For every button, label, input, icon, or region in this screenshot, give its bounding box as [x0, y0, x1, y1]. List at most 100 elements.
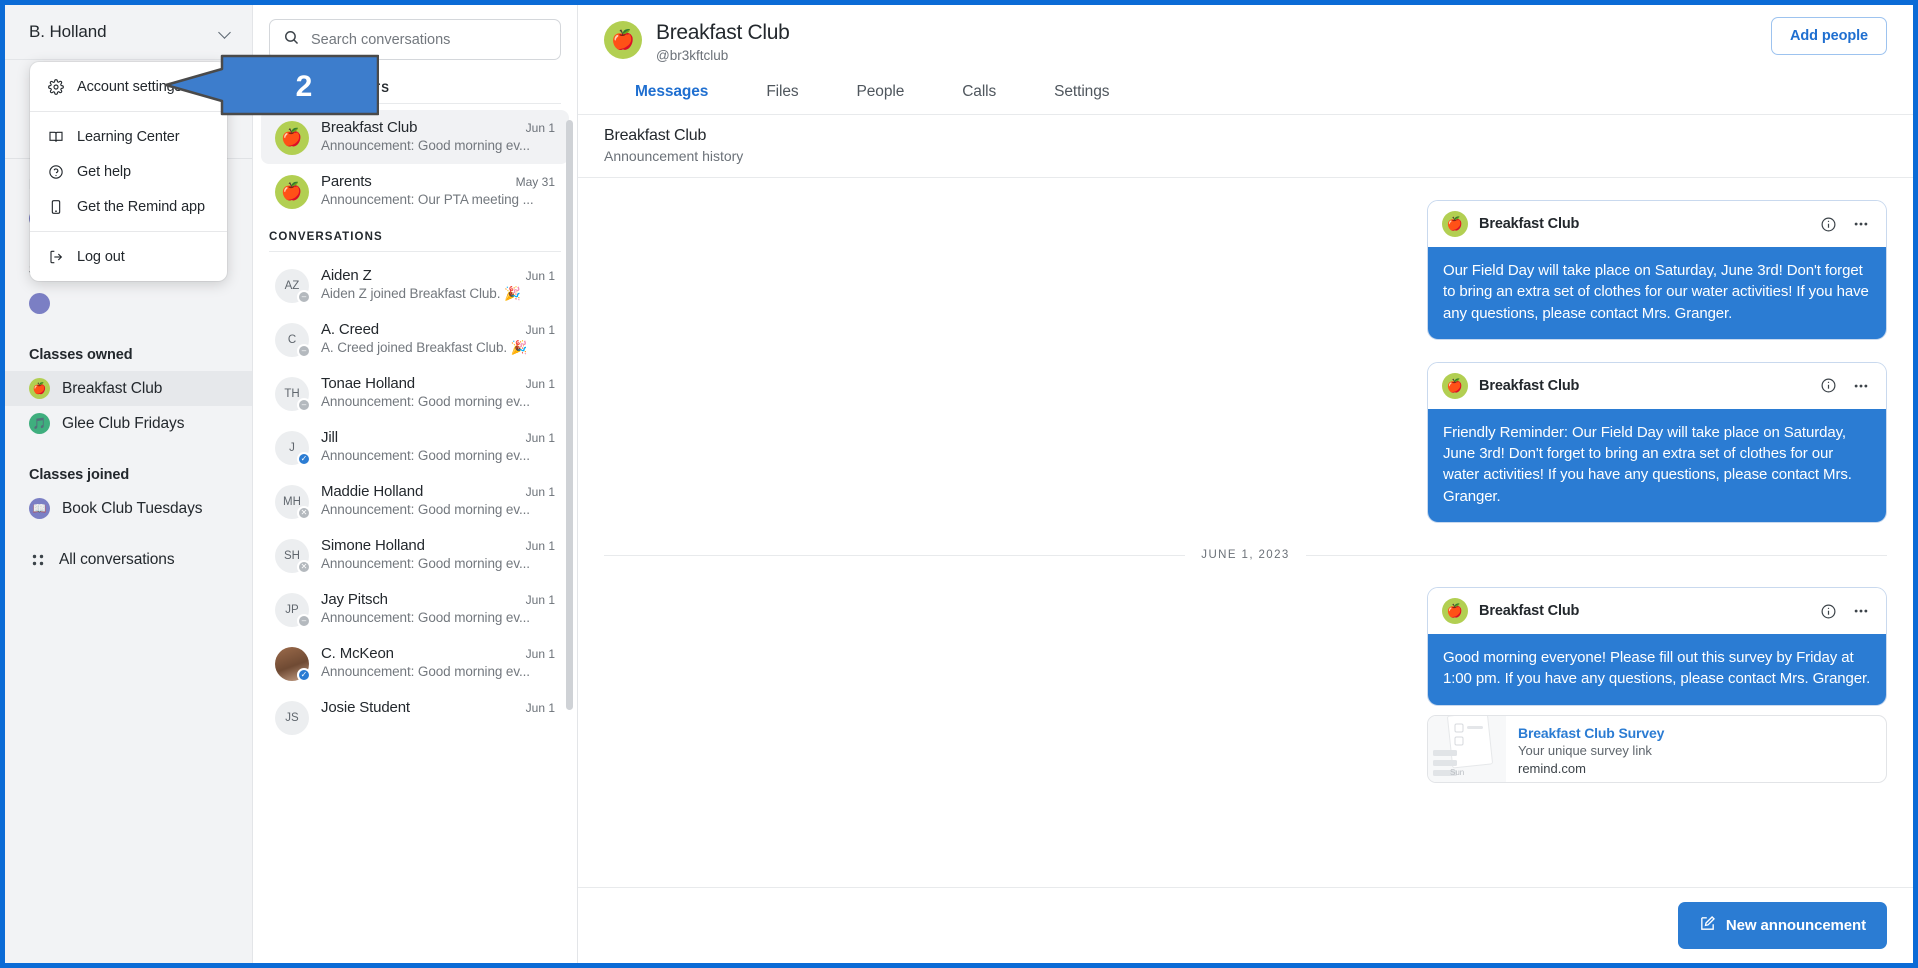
tab-messages[interactable]: Messages — [606, 75, 737, 109]
conversation-item-tonae-holland[interactable]: TH – Tonae Holland Jun 1 Announcement: G… — [261, 366, 569, 420]
thread-subheader: Breakfast Club Announcement history — [578, 115, 1913, 178]
user-switcher[interactable]: B. Holland — [5, 5, 252, 60]
sidebar: B. Holland ☐ ○ D S — [5, 5, 253, 963]
info-circle-icon[interactable] — [1817, 375, 1839, 397]
link-title[interactable]: Breakfast Club Survey — [1518, 725, 1664, 741]
menu-item-label: Get the Remind app — [77, 199, 205, 215]
conversation-name: Maddie Holland — [321, 483, 423, 500]
search-box[interactable] — [269, 19, 561, 60]
separator-line — [604, 555, 1185, 556]
conversation-item-jill[interactable]: J ✓ Jill Jun 1 Announcement: Good mornin… — [261, 420, 569, 474]
menu-item-learning-center[interactable]: Learning Center — [30, 119, 227, 154]
tab-people[interactable]: People — [828, 75, 934, 109]
main-header: 🍎 Breakfast Club @br3kftclub Messages Fi… — [578, 5, 1913, 115]
avatar: MH ✕ — [275, 485, 309, 519]
day-separator: JUNE 1, 2023 — [604, 549, 1887, 561]
conversation-item-parents[interactable]: 🍎 Parents May 31 Announcement: Our PTA m… — [261, 164, 569, 218]
thread-title: Breakfast Club — [604, 127, 1887, 145]
more-horizontal-icon[interactable] — [1850, 213, 1872, 235]
menu-item-label: Log out — [77, 249, 125, 265]
message: 🍎 Breakfast Club — [1427, 362, 1887, 523]
link-description: Your unique survey link — [1518, 743, 1664, 758]
conversation-item-breakfast-club[interactable]: 🍎 Breakfast Club Jun 1 Announcement: Goo… — [261, 110, 569, 164]
conversation-name: A. Creed — [321, 321, 379, 338]
sidebar-item-glee-club-fridays[interactable]: 🎵 Glee Club Fridays — [5, 406, 252, 441]
music-avatar-icon: 🎵 — [29, 413, 50, 434]
status-badge-failed: ✕ — [297, 560, 311, 574]
apple-avatar-icon: 🍎 — [604, 21, 642, 59]
conversation-item-jay-pitsch[interactable]: JP – Jay Pitsch Jun 1 Announcement: Good… — [261, 582, 569, 636]
conversation-item-c-mckeon[interactable]: ✓ C. McKeon Jun 1 Announcement: Good mor… — [261, 636, 569, 690]
avatar: JS — [275, 701, 309, 735]
conversation-name: Tonae Holland — [321, 375, 415, 392]
conversation-date: Jun 1 — [526, 269, 555, 283]
menu-item-account-settings[interactable]: Account settings — [30, 69, 227, 104]
conversation-name: C. McKeon — [321, 645, 394, 662]
info-circle-icon[interactable] — [1817, 600, 1839, 622]
conversation-date: Jun 1 — [526, 377, 555, 391]
info-circle-icon[interactable] — [1817, 213, 1839, 235]
conversation-item-simone-holland[interactable]: SH ✕ Simone Holland Jun 1 Announcement: … — [261, 528, 569, 582]
search-input[interactable] — [311, 32, 547, 48]
conversation-preview: Announcement: Good morning ev... — [321, 556, 555, 571]
conversation-date: Jun 1 — [526, 485, 555, 499]
avatar: SH ✕ — [275, 539, 309, 573]
avatar: ✓ — [275, 647, 309, 681]
avatar: 🍎 — [275, 175, 309, 209]
conversation-item-aiden-z[interactable]: AZ – Aiden Z Jun 1 Aiden Z joined Breakf… — [261, 258, 569, 312]
more-horizontal-icon[interactable] — [1850, 600, 1872, 622]
conversations-panel: ANNOUNCEMENTS 🍎 Breakfast Club Jun 1 Ann… — [253, 5, 578, 963]
tab-files[interactable]: Files — [737, 75, 827, 109]
conversation-name: Aiden Z — [321, 267, 372, 284]
logout-icon — [47, 248, 64, 265]
conversation-item-josie-student[interactable]: JS Josie Student Jun 1 — [261, 690, 569, 744]
add-people-button[interactable]: Add people — [1771, 17, 1887, 55]
svg-text:Sun: Sun — [1450, 768, 1464, 777]
conversation-name: Simone Holland — [321, 537, 425, 554]
conversation-date: May 31 — [516, 175, 555, 189]
conversation-item-maddie-holland[interactable]: MH ✕ Maddie Holland Jun 1 Announcement: … — [261, 474, 569, 528]
conversation-list: ANNOUNCEMENTS 🍎 Breakfast Club Jun 1 Ann… — [253, 70, 577, 963]
message-thread: 🍎 Breakfast Club — [578, 178, 1913, 887]
link-preview-card[interactable]: Sun Breakfast Club Survey Your unique su… — [1427, 715, 1887, 783]
conversation-name: Breakfast Club — [321, 119, 417, 136]
new-announcement-button[interactable]: New announcement — [1678, 902, 1887, 949]
conversation-list-scrollbar[interactable] — [566, 120, 573, 710]
conversation-preview: Aiden Z joined Breakfast Club. 🎉 — [321, 286, 555, 302]
sidebar-item-occluded-4[interactable] — [5, 286, 252, 321]
book-avatar-icon: 📖 — [29, 498, 50, 519]
status-badge-pending: – — [297, 614, 311, 628]
apple-avatar-icon: 🍎 — [29, 378, 50, 399]
separator-line — [1306, 555, 1887, 556]
gear-icon — [47, 78, 64, 95]
sidebar-group-label-classes-owned: Classes owned — [5, 339, 252, 371]
conversation-item-a-creed[interactable]: C – A. Creed Jun 1 A. Creed joined Break… — [261, 312, 569, 366]
avatar: J ✓ — [275, 431, 309, 465]
conversation-preview: Announcement: Good morning ev... — [321, 610, 555, 625]
more-horizontal-icon[interactable] — [1850, 375, 1872, 397]
sidebar-item-breakfast-club[interactable]: 🍎 Breakfast Club — [5, 371, 252, 406]
conversation-date: Jun 1 — [526, 323, 555, 337]
menu-item-get-help[interactable]: Get help — [30, 154, 227, 189]
tab-settings[interactable]: Settings — [1025, 75, 1138, 109]
conversation-date: Jun 1 — [526, 121, 555, 135]
menu-divider — [30, 111, 227, 112]
menu-divider — [30, 231, 227, 232]
conversation-name: Jill — [321, 429, 338, 446]
app-window: B. Holland ☐ ○ D S — [0, 0, 1918, 968]
chevron-down-icon — [219, 28, 232, 36]
menu-item-log-out[interactable]: Log out — [30, 239, 227, 274]
menu-item-get-remind-app[interactable]: Get the Remind app — [30, 189, 227, 224]
search-wrapper — [253, 5, 577, 70]
apple-avatar-icon: 🍎 — [275, 121, 309, 155]
main-pane: 🍎 Breakfast Club @br3kftclub Messages Fi… — [578, 5, 1913, 963]
sidebar-item-book-club-tuesdays[interactable]: 📖 Book Club Tuesdays — [5, 491, 252, 526]
conversation-date: Jun 1 — [526, 593, 555, 607]
avatar: 🍎 — [275, 121, 309, 155]
tab-calls[interactable]: Calls — [933, 75, 1025, 109]
sidebar-item-all-conversations[interactable]: All conversations — [5, 544, 252, 576]
sidebar-group-label-classes-joined: Classes joined — [5, 459, 252, 491]
status-badge-sent: ✓ — [297, 452, 311, 466]
section-rule — [269, 103, 561, 104]
section-header-announcements: ANNOUNCEMENTS — [253, 70, 577, 103]
